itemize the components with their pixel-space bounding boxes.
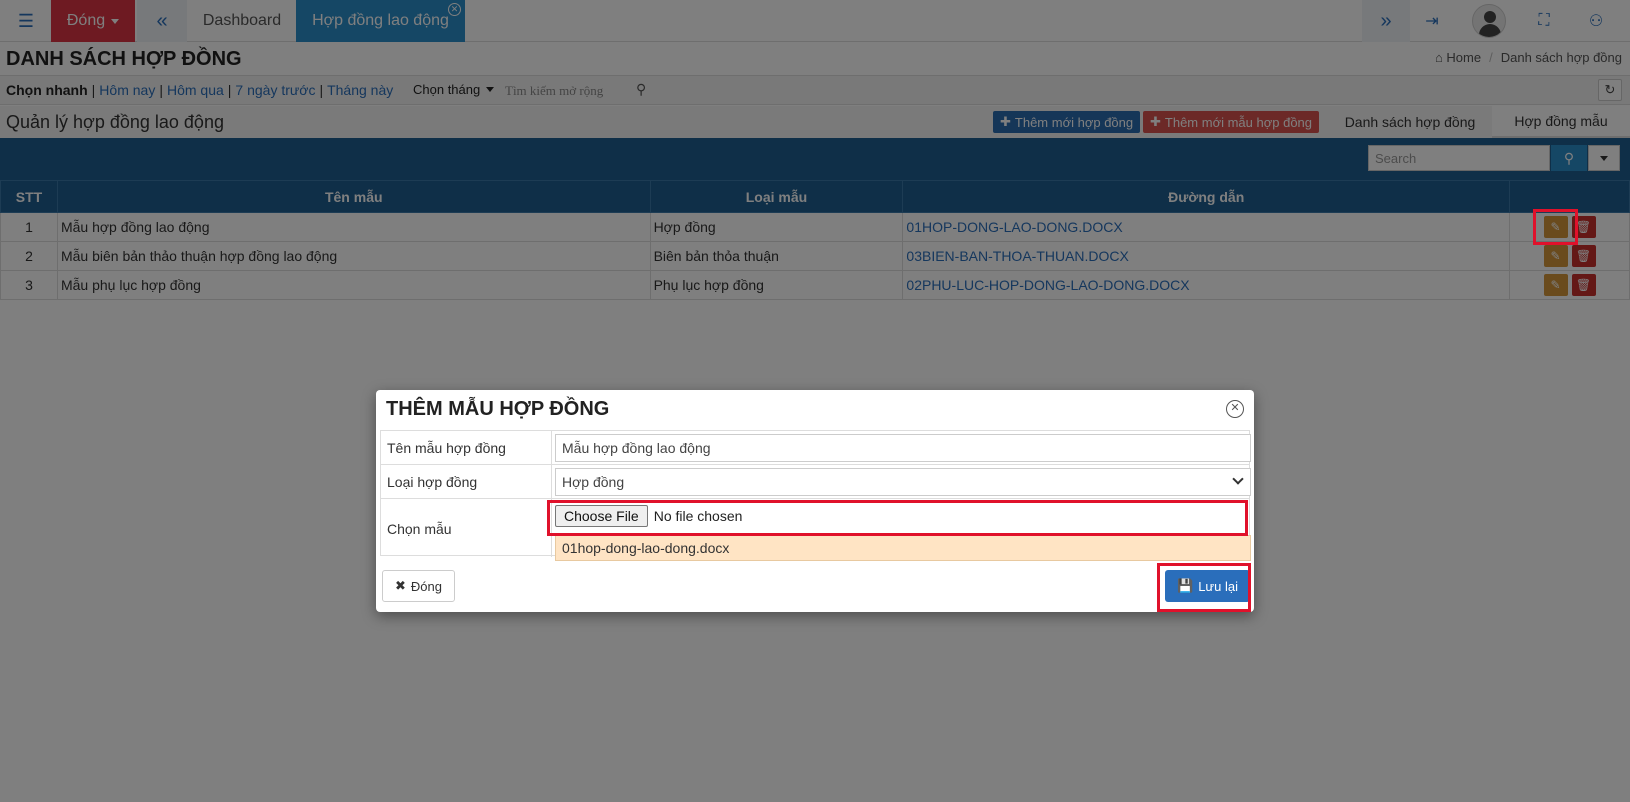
highlight-file-input — [547, 500, 1248, 536]
x-icon: ✖ — [395, 578, 406, 593]
choose-template-label: Chọn mẫu — [387, 521, 452, 537]
highlight-edit — [1533, 209, 1578, 245]
close-button[interactable]: ✖ Đóng — [382, 570, 455, 602]
modal-form: Tên mẫu hợp đồng Mẫu hợp đồng lao động L… — [380, 430, 1251, 561]
highlight-save-button — [1157, 563, 1251, 612]
contract-type-select[interactable]: Hợp đồng — [555, 468, 1251, 496]
current-file-display: 01hop-dong-lao-dong.docx — [555, 535, 1251, 561]
contract-type-label: Loại hợp đồng — [387, 474, 478, 490]
close-icon[interactable]: ✕ — [1226, 400, 1244, 418]
template-name-label: Tên mẫu hợp đồng — [387, 440, 506, 456]
template-name-input[interactable]: Mẫu hợp đồng lao động — [555, 434, 1251, 462]
modal-title: THÊM MẪU HỢP ĐỒNG — [386, 398, 610, 420]
chevron-down-icon — [1232, 473, 1244, 485]
